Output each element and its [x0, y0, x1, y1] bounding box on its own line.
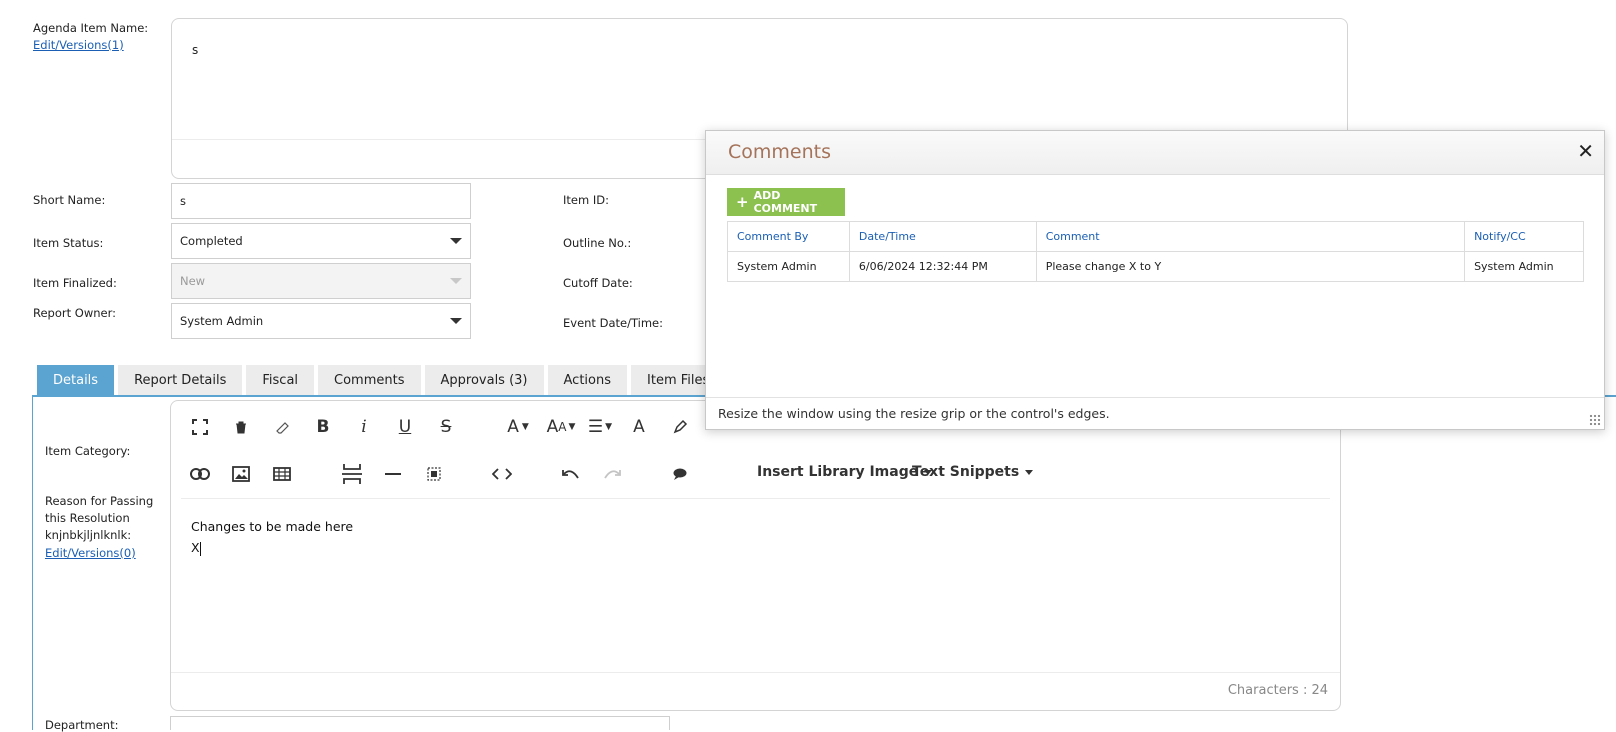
agenda-item-name-text: s [192, 43, 199, 57]
image-icon[interactable] [228, 461, 254, 487]
item-id-label: Item ID: [563, 193, 609, 207]
editor-content-line: X [191, 540, 201, 556]
trash-icon[interactable] [228, 414, 254, 440]
tab-actions[interactable]: Actions [547, 365, 628, 395]
caret-down-icon [1025, 469, 1034, 475]
character-count: Characters : 24 [1227, 683, 1328, 698]
editor-footer-divider [171, 672, 1340, 673]
report-owner-value: System Admin [180, 314, 264, 328]
font-family-icon[interactable]: A ▼ [501, 414, 535, 440]
tab-comments[interactable]: Comments [318, 365, 421, 395]
insert-library-image-label: Insert Library Image [757, 464, 919, 480]
report-owner-select[interactable]: System Admin [171, 303, 471, 339]
reason-rich-editor: B i U S A ▼ A A ▼ ☰ ▼ A Insert Library Image… [170, 400, 1341, 711]
close-icon[interactable]: ✕ [1577, 139, 1594, 163]
reason-label: Reason for Passing this Resolution knjnb… [45, 494, 154, 542]
chevron-down-icon [450, 318, 462, 324]
tab-approvals[interactable]: Approvals (3) [424, 365, 544, 395]
toolbar-divider [181, 498, 1330, 499]
redo-icon[interactable] [599, 461, 625, 487]
outline-no-label: Outline No.: [563, 236, 632, 250]
item-category-label: Item Category: [45, 444, 131, 458]
agenda-edit-versions-link[interactable]: Edit/Versions(1) [33, 38, 124, 52]
cell-notify-cc: System Admin [1464, 251, 1584, 282]
item-status-label: Item Status: [33, 236, 104, 250]
dialog-header[interactable]: Comments ✕ [706, 131, 1604, 175]
event-datetime-label: Event Date/Time: [563, 316, 663, 330]
comments-table: Comment By Date/Time Comment Notify/CC S… [727, 221, 1584, 282]
item-finalized-value: New [180, 274, 206, 288]
dialog-title: Comments [728, 141, 831, 163]
page-break-icon[interactable] [339, 461, 365, 487]
undo-icon[interactable] [558, 461, 584, 487]
agenda-item-name-label: Agenda Item Name: [33, 21, 149, 35]
tab-report-details[interactable]: Report Details [118, 365, 243, 395]
bold-icon[interactable]: B [310, 414, 336, 440]
text-snippets-label: Text Snippets [912, 464, 1020, 480]
fullscreen-icon[interactable] [187, 414, 213, 440]
column-header-notify-cc[interactable]: Notify/CC [1464, 221, 1584, 252]
comment-icon[interactable] [667, 461, 693, 487]
item-finalized-label: Item Finalized: [33, 276, 117, 290]
code-view-icon[interactable] [489, 461, 515, 487]
table-row[interactable]: System Admin 6/06/2024 12:32:44 PM Pleas… [727, 251, 1584, 282]
short-name-input[interactable]: s [171, 183, 471, 219]
resize-hint-text: Resize the window using the resize grip … [718, 406, 1110, 421]
plus-icon: + [736, 193, 749, 211]
comments-dialog: Comments ✕ + ADD COMMENT Comment By Date… [705, 130, 1605, 430]
item-finalized-select: New [171, 263, 471, 299]
link-icon[interactable] [187, 461, 213, 487]
italic-icon[interactable]: i [351, 414, 377, 440]
text-cursor [199, 541, 201, 556]
select-all-icon[interactable] [421, 461, 447, 487]
short-name-label: Short Name: [33, 193, 106, 207]
text-color-icon[interactable]: A [626, 414, 652, 440]
detail-tabs: Details Report Details Fiscal Comments A… [37, 365, 748, 395]
dialog-status-bar: Resize the window using the resize grip … [706, 397, 1604, 429]
reason-edit-versions-link[interactable]: Edit/Versions(0) [45, 546, 136, 560]
horizontal-rule-icon[interactable] [380, 461, 406, 487]
cutoff-date-label: Cutoff Date: [563, 276, 633, 290]
insert-library-image-dropdown[interactable]: Insert Library Image [757, 464, 933, 480]
tab-panel-border [32, 395, 33, 730]
cell-comment: Please change X to Y [1035, 251, 1466, 282]
underline-icon[interactable]: U [392, 414, 418, 440]
text-snippets-dropdown[interactable]: Text Snippets [912, 464, 1034, 480]
tab-details[interactable]: Details [37, 365, 115, 395]
short-name-value: s [180, 194, 186, 208]
column-header-comment[interactable]: Comment [1035, 221, 1466, 252]
line-height-icon[interactable]: ☰ ▼ [583, 414, 617, 440]
table-icon[interactable] [269, 461, 295, 487]
report-owner-label: Report Owner: [33, 306, 116, 320]
add-comment-button[interactable]: + ADD COMMENT [727, 188, 845, 216]
editor-content-line: Changes to be made here [191, 519, 354, 534]
tab-fiscal[interactable]: Fiscal [246, 365, 315, 395]
cell-date-time: 6/06/2024 12:32:44 PM [848, 251, 1037, 282]
item-status-value: Completed [180, 234, 243, 248]
cell-comment-by: System Admin [727, 251, 850, 282]
add-comment-label: ADD COMMENT [753, 189, 818, 215]
department-input[interactable] [170, 716, 670, 730]
eraser-icon[interactable] [269, 414, 295, 440]
strikethrough-icon[interactable]: S [433, 414, 459, 440]
editor-content[interactable]: Changes to be made here X [191, 516, 353, 558]
font-size-icon[interactable]: A A ▼ [541, 414, 581, 440]
resize-grip-icon[interactable] [1589, 414, 1601, 426]
chevron-down-icon [450, 238, 462, 244]
column-header-date-time[interactable]: Date/Time [848, 221, 1037, 252]
highlighter-icon[interactable] [667, 414, 693, 440]
column-header-comment-by[interactable]: Comment By [727, 221, 850, 252]
chevron-down-icon [450, 278, 462, 284]
item-status-select[interactable]: Completed [171, 223, 471, 259]
